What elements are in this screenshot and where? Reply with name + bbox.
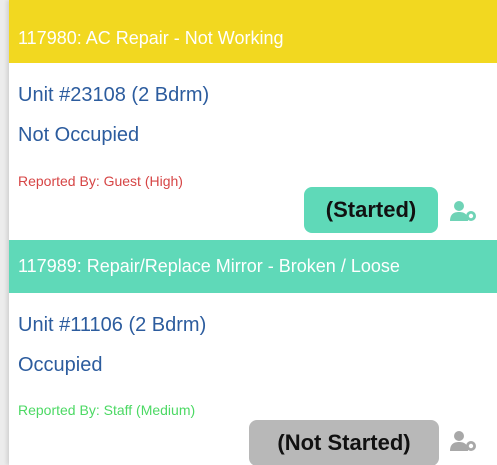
work-order-card[interactable]: 117980: AC Repair - Not Working Unit #23… <box>9 0 497 240</box>
reported-by: Reported By: Staff (Medium) <box>18 402 196 418</box>
status-badge[interactable]: (Started) <box>304 187 438 233</box>
work-order-title: 117989: Repair/Replace Mirror - Broken /… <box>18 256 400 276</box>
work-order-header[interactable]: 117989: Repair/Replace Mirror - Broken /… <box>9 240 497 293</box>
status-badge[interactable]: (Not Started) <box>249 420 439 465</box>
unit-label: Unit #23108 (2 Bdrm) <box>18 84 210 106</box>
person-assign-icon[interactable] <box>449 430 477 452</box>
status-badge-label: (Not Started) <box>277 430 411 455</box>
work-order-card[interactable]: 117989: Repair/Replace Mirror - Broken /… <box>9 240 497 465</box>
occupancy-status: Occupied <box>18 354 103 376</box>
status-badge-label: (Started) <box>325 197 417 222</box>
person-assign-icon[interactable] <box>449 200 477 222</box>
reported-by: Reported By: Guest (High) <box>18 173 183 189</box>
occupancy-status: Not Occupied <box>18 124 140 146</box>
work-order-list: 117980: AC Repair - Not Working Unit #23… <box>9 0 497 465</box>
work-order-header[interactable]: 117980: AC Repair - Not Working <box>9 0 497 63</box>
unit-label: Unit #11106 (2 Bdrm) <box>18 314 207 336</box>
work-order-title: 117980: AC Repair - Not Working <box>18 28 284 48</box>
